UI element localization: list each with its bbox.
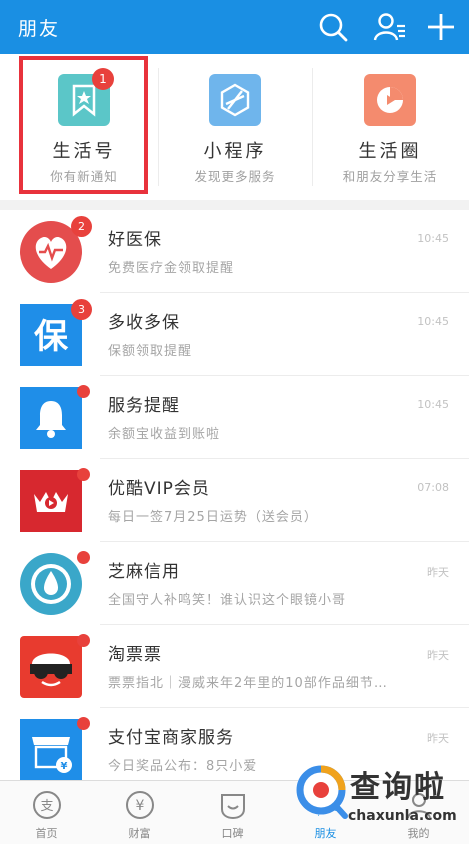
service-name: 生活圈 bbox=[358, 141, 422, 162]
service-mini-program[interactable]: 小程序 发现更多服务 bbox=[157, 54, 313, 200]
tab-label: 首页 bbox=[35, 827, 58, 840]
service-desc: 和朋友分享生活 bbox=[342, 169, 438, 184]
tab-wealth[interactable]: ¥ 财富 bbox=[93, 781, 186, 844]
mini-program-icon bbox=[209, 74, 261, 126]
svg-text:支: 支 bbox=[40, 799, 53, 814]
contacts-icon[interactable] bbox=[373, 10, 407, 44]
item-subtitle: 余额宝收益到账啦 bbox=[108, 427, 221, 442]
item-time: 07:08 bbox=[417, 481, 449, 494]
tab-home[interactable]: 支 首页 bbox=[0, 781, 93, 844]
list-item[interactable]: 优酷VIP会员 每日一签7月25日运势（送会员） 07:08 bbox=[0, 459, 469, 542]
item-subtitle: 今日奖品公布：8只小爱 bbox=[108, 759, 258, 774]
watermark-logo-icon bbox=[296, 765, 348, 819]
item-time: 昨天 bbox=[427, 566, 449, 579]
top-bar: 朋友 bbox=[0, 0, 469, 54]
search-icon[interactable] bbox=[316, 10, 350, 44]
item-subtitle: 全国守人补鸣笑！谁认识这个眼镜小哥 bbox=[108, 593, 347, 608]
list-item[interactable]: 淘票票 票票指北｜漫威来年2年里的10部作品细节… 昨天 bbox=[0, 625, 469, 708]
list-item[interactable]: 服务提醒 余额宝收益到账啦 10:45 bbox=[0, 376, 469, 459]
merchant-store-avatar: ¥ bbox=[20, 719, 82, 780]
taopiaopiao-avatar bbox=[20, 636, 82, 698]
service-life-circle[interactable]: 生活圈 和朋友分享生活 bbox=[312, 54, 468, 200]
unread-dot bbox=[77, 468, 90, 481]
tab-label: 口碑 bbox=[221, 827, 244, 840]
svg-text:¥: ¥ bbox=[135, 798, 144, 814]
item-subtitle: 每日一签7月25日运势（送会员） bbox=[108, 510, 318, 525]
unread-dot bbox=[77, 634, 90, 647]
item-title: 支付宝商家服务 bbox=[108, 728, 234, 748]
unread-count-badge: 2 bbox=[71, 216, 92, 237]
bell-icon bbox=[20, 387, 82, 449]
message-list: 2 好医保 免费医疗金领取提醒 10:45 保 3 多收多保 保额领取提醒 10… bbox=[0, 210, 469, 780]
unread-count-badge: 3 bbox=[71, 299, 92, 320]
item-title: 好医保 bbox=[108, 230, 162, 250]
item-time: 10:45 bbox=[417, 398, 449, 411]
unread-dot bbox=[77, 385, 90, 398]
item-subtitle: 票票指北｜漫威来年2年里的10部作品细节… bbox=[108, 676, 388, 691]
page-title: 朋友 bbox=[18, 18, 61, 40]
service-name: 小程序 bbox=[203, 141, 267, 162]
item-time: 昨天 bbox=[427, 649, 449, 662]
watermark: 查询啦 chaxunla.com bbox=[290, 756, 469, 844]
unread-dot bbox=[77, 717, 90, 730]
item-subtitle: 保额领取提醒 bbox=[108, 344, 193, 359]
unread-dot bbox=[77, 551, 90, 564]
watermark-url: chaxunla.com bbox=[348, 808, 457, 824]
svg-text:保: 保 bbox=[34, 317, 69, 357]
life-circle-icon bbox=[364, 74, 416, 126]
tab-koubei[interactable]: 口碑 bbox=[186, 781, 279, 844]
item-time: 10:45 bbox=[417, 315, 449, 328]
item-time: 昨天 bbox=[427, 732, 449, 745]
item-title: 淘票票 bbox=[108, 645, 162, 665]
sesame-credit-avatar bbox=[20, 553, 82, 615]
item-subtitle: 免费医疗金领取提醒 bbox=[108, 261, 235, 276]
alipay-home-icon: 支 bbox=[31, 789, 63, 821]
item-title: 服务提醒 bbox=[108, 396, 180, 416]
service-desc: 发现更多服务 bbox=[194, 169, 276, 184]
item-title: 芝麻信用 bbox=[108, 562, 180, 582]
koubei-icon bbox=[217, 789, 249, 821]
highlight-frame bbox=[19, 56, 148, 194]
tab-label: 财富 bbox=[128, 827, 151, 840]
add-icon[interactable] bbox=[424, 10, 458, 44]
item-title: 优酷VIP会员 bbox=[108, 479, 210, 499]
list-item[interactable]: 2 好医保 免费医疗金领取提醒 10:45 bbox=[0, 210, 469, 293]
watermark-text: 查询啦 bbox=[350, 770, 446, 805]
list-item[interactable]: 保 3 多收多保 保额领取提醒 10:45 bbox=[0, 293, 469, 376]
yuan-icon: ¥ bbox=[124, 789, 156, 821]
youku-vip-avatar bbox=[20, 470, 82, 532]
item-title: 多收多保 bbox=[108, 313, 180, 333]
list-item[interactable]: 芝麻信用 全国守人补鸣笑！谁认识这个眼镜小哥 昨天 bbox=[0, 542, 469, 625]
item-time: 10:45 bbox=[417, 232, 449, 245]
svg-text:¥: ¥ bbox=[61, 761, 68, 772]
